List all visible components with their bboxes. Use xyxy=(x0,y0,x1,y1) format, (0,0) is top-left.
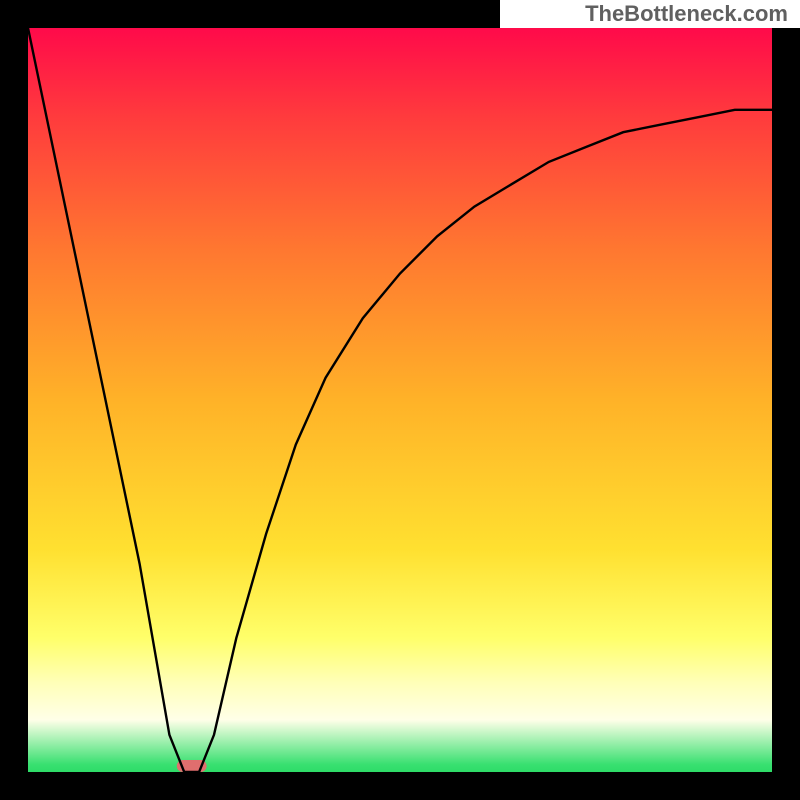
bottleneck-curve xyxy=(28,28,772,772)
watermark: TheBottleneck.com xyxy=(500,0,800,28)
plot-area xyxy=(28,28,772,772)
chart-frame: TheBottleneck.com xyxy=(0,0,800,800)
curve-svg xyxy=(28,28,772,772)
